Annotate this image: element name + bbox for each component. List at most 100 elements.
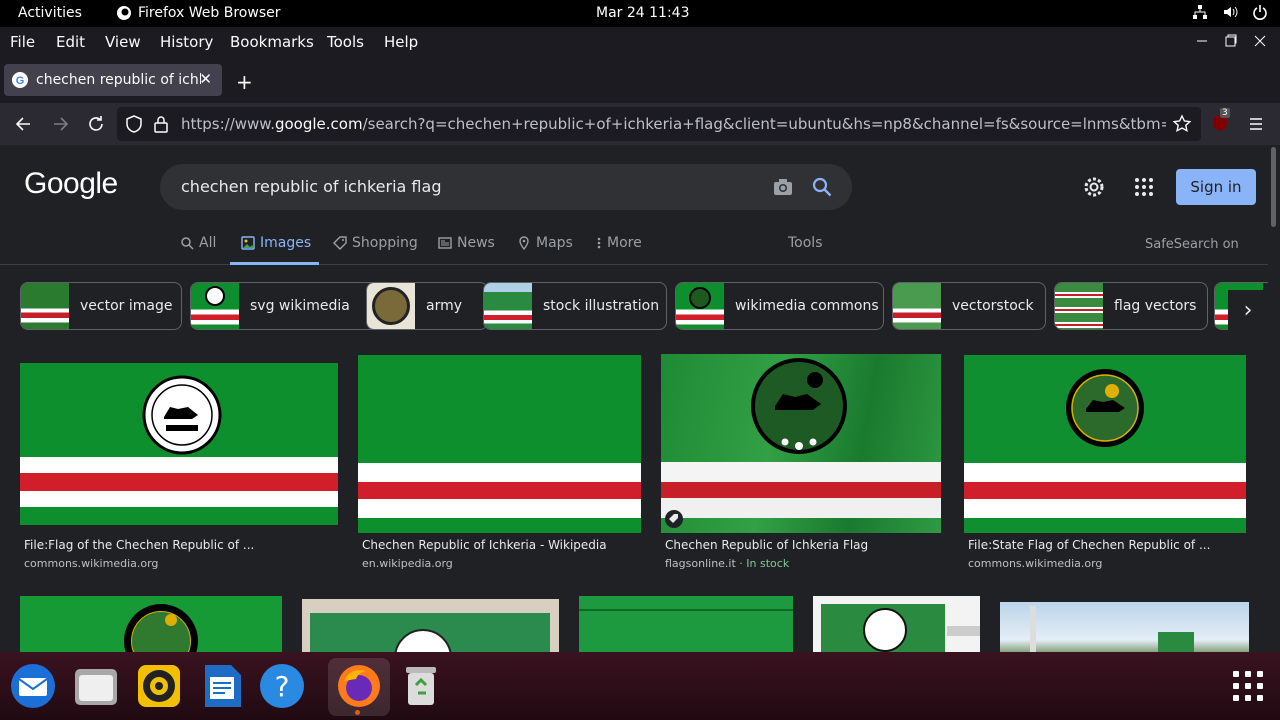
image-result[interactable]: Chechen Republic of Ichkeria - Wikipedia… [358,355,641,578]
activities-button[interactable]: Activities [18,5,82,21]
show-applications-icon[interactable] [1232,670,1264,702]
browser-tab[interactable]: G chechen republic of ichkeria flag ✕ [4,64,222,96]
result-source[interactable]: commons.wikimedia.org [968,557,1102,570]
result-source[interactable]: en.wikipedia.org [362,557,453,570]
chip-label: stock illustration [543,298,660,314]
app-menu[interactable]: Firefox Web Browser [116,5,281,21]
tab-shopping[interactable]: Shopping [333,235,418,251]
chip-thumbnail [191,283,239,329]
result-thumbnail[interactable] [302,599,559,652]
tab-news[interactable]: News [438,235,495,251]
image-result[interactable]: Chechen Republic of Ichkeria Flag flagso… [661,354,941,578]
image-result[interactable] [579,596,793,652]
menu-history[interactable]: History [160,33,213,51]
bookmark-star-icon[interactable] [1172,114,1192,134]
menu-file[interactable]: File [10,33,35,51]
rhythmbox-icon[interactable] [136,663,182,709]
help-icon[interactable]: ? [259,663,305,709]
search-icon[interactable] [811,176,833,198]
result-thumbnail[interactable] [358,355,641,533]
chip-vectorstock[interactable]: vectorstock [892,282,1046,330]
firefox-dock-icon[interactable] [336,663,382,709]
url-bar[interactable]: https://www.google.com/search?q=chechen+… [117,107,1201,141]
tab-maps-label: Maps [536,235,573,251]
state-emblem-icon [1066,369,1144,447]
shield-icon[interactable] [125,115,143,133]
reload-icon[interactable] [86,114,106,134]
chip-thumbnail [21,283,69,329]
chip-svg-wikimedia[interactable]: svg wikimedia [190,282,378,330]
menu-edit[interactable]: Edit [56,33,85,51]
chip-stock-illustration[interactable]: stock illustration [483,282,667,330]
image-result[interactable] [1000,602,1249,652]
image-result[interactable] [813,596,980,652]
menu-tools[interactable]: Tools [327,33,364,51]
search-input[interactable]: chechen republic of ichkeria flag [181,177,441,196]
back-icon[interactable] [14,114,34,134]
scrollbar-thumb[interactable] [1271,147,1276,227]
ublock-extension-button[interactable]: 3 [1210,108,1232,135]
result-source[interactable]: flagsonline.it · In stock [665,557,789,570]
close-window-icon[interactable] [1252,32,1268,50]
result-caption[interactable]: File:State Flag of Chechen Republic of .… [968,538,1210,552]
chip-thumbnail [367,283,415,329]
libreoffice-writer-icon[interactable] [199,663,245,709]
tab-more[interactable]: More [596,235,642,251]
settings-gear-icon[interactable] [1082,175,1106,199]
result-thumbnail[interactable] [661,354,941,533]
google-logo[interactable]: Google [24,167,118,201]
volume-icon [1224,6,1238,18]
minimize-icon[interactable] [1194,32,1210,50]
safesearch-toggle[interactable]: SafeSearch on [1145,237,1239,252]
chip-army[interactable]: army [366,282,488,330]
tools-button[interactable]: Tools [788,235,823,251]
camera-search-icon[interactable] [772,176,794,198]
result-caption[interactable]: Chechen Republic of Ichkeria - Wikipedia [362,538,607,552]
maximize-icon[interactable] [1223,32,1239,50]
thunderbird-icon[interactable] [10,663,56,709]
files-icon[interactable] [73,663,119,709]
image-result[interactable] [302,599,559,652]
clock[interactable]: Mar 24 11:43 [596,5,689,21]
page-scrollbar[interactable] [1268,145,1280,652]
sign-in-button[interactable]: Sign in [1176,169,1256,205]
chip-flag-vectors[interactable]: flag vectors [1054,282,1208,330]
tab-more-label: More [607,235,642,251]
image-result[interactable]: File:Flag of the Chechen Republic of ...… [20,363,338,578]
tab-all[interactable]: All [180,235,216,251]
lock-icon[interactable] [153,115,169,133]
trash-icon[interactable] [398,663,444,709]
result-thumbnail[interactable] [20,596,282,652]
tab-bar: G chechen republic of ichkeria flag ✕ + [0,57,1280,103]
result-source[interactable]: commons.wikimedia.org [24,557,158,570]
tab-close-icon[interactable]: ✕ [199,70,212,88]
tab-maps[interactable]: Maps [517,235,573,251]
menu-bookmarks[interactable]: Bookmarks [230,33,314,51]
chips-next-chevron-icon[interactable]: › [1228,290,1268,332]
result-thumbnail[interactable] [20,363,338,525]
google-apps-icon[interactable] [1133,176,1155,198]
result-thumbnail[interactable] [579,596,793,652]
new-tab-icon[interactable]: + [236,70,253,94]
gnome-top-bar: Activities Firefox Web Browser Mar 24 11… [0,0,1280,27]
tab-shopping-label: Shopping [352,235,418,251]
chip-vector-image[interactable]: vector image [20,282,182,330]
result-caption[interactable]: Chechen Republic of Ichkeria Flag [665,538,868,552]
chip-label: svg wikimedia [250,298,350,314]
result-thumbnail[interactable] [813,596,980,652]
chip-wikimedia-commons[interactable]: wikimedia commons [675,282,884,330]
search-box[interactable]: chechen republic of ichkeria flag [160,164,852,210]
result-caption[interactable]: File:Flag of the Chechen Republic of ... [24,538,254,552]
menu-help[interactable]: Help [384,33,418,51]
svg-text:G: G [16,75,25,87]
image-result[interactable]: File:State Flag of Chechen Republic of .… [964,355,1246,578]
system-tray[interactable] [1192,4,1268,20]
hamburger-menu-icon[interactable] [1246,114,1266,134]
tab-images[interactable]: Images [241,235,311,251]
emblem-icon [751,358,847,454]
image-result[interactable] [20,596,282,652]
result-thumbnail[interactable] [964,355,1246,533]
result-thumbnail[interactable] [1000,602,1249,652]
menu-view[interactable]: View [105,33,141,51]
forward-icon[interactable] [50,114,70,134]
